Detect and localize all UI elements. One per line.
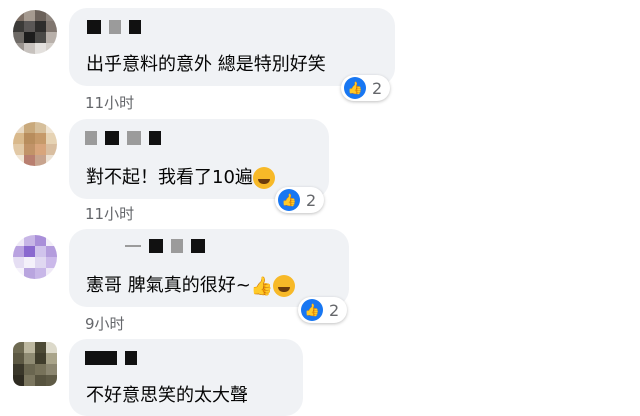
avatar[interactable] <box>13 122 57 166</box>
avatar[interactable] <box>13 10 57 54</box>
like-icon: 👍 <box>344 77 366 99</box>
commenter-name[interactable] <box>87 20 141 34</box>
comment-text-body: 憲哥 脾氣真的很好~ <box>86 275 251 296</box>
comment-bubble: 出乎意料的意外 總是特別好笑 <box>69 8 395 86</box>
comment-text-body: 對不起！我看了10遍 <box>86 167 253 188</box>
comment-text: 出乎意料的意外 總是特別好笑 <box>86 54 326 75</box>
comment-text: 憲哥 脾氣真的很好~👍 <box>86 271 296 297</box>
avatar[interactable] <box>13 235 57 279</box>
reaction-count: 2 <box>372 78 383 98</box>
reaction-badge[interactable]: 👍 2 <box>275 187 325 213</box>
comment-text: 對不起！我看了10遍 <box>86 163 275 189</box>
comment-time[interactable]: 9小时 <box>85 313 125 334</box>
like-icon: 👍 <box>278 189 300 211</box>
commenter-name[interactable] <box>125 239 205 253</box>
avatar[interactable] <box>13 342 57 386</box>
comment-bubble: 不好意思笑的太大聲 <box>69 339 303 416</box>
comment-bubble: 憲哥 脾氣真的很好~👍 <box>69 229 349 307</box>
reaction-count: 2 <box>306 190 317 210</box>
reaction-badge[interactable]: 👍 2 <box>341 75 391 101</box>
commenter-name[interactable] <box>85 131 161 145</box>
reaction-count: 2 <box>329 300 340 320</box>
comment-text: 不好意思笑的太大聲 <box>86 385 248 406</box>
commenter-name[interactable] <box>85 351 137 365</box>
comment-time[interactable]: 11小时 <box>85 203 134 224</box>
laughing-emoji-icon <box>273 275 296 297</box>
like-icon: 👍 <box>301 299 323 321</box>
laughing-emoji-icon <box>252 167 275 189</box>
comment-time[interactable]: 11小时 <box>85 92 134 113</box>
reaction-badge[interactable]: 👍 2 <box>298 297 348 323</box>
thumbs-up-emoji-icon: 👍 <box>250 275 274 297</box>
